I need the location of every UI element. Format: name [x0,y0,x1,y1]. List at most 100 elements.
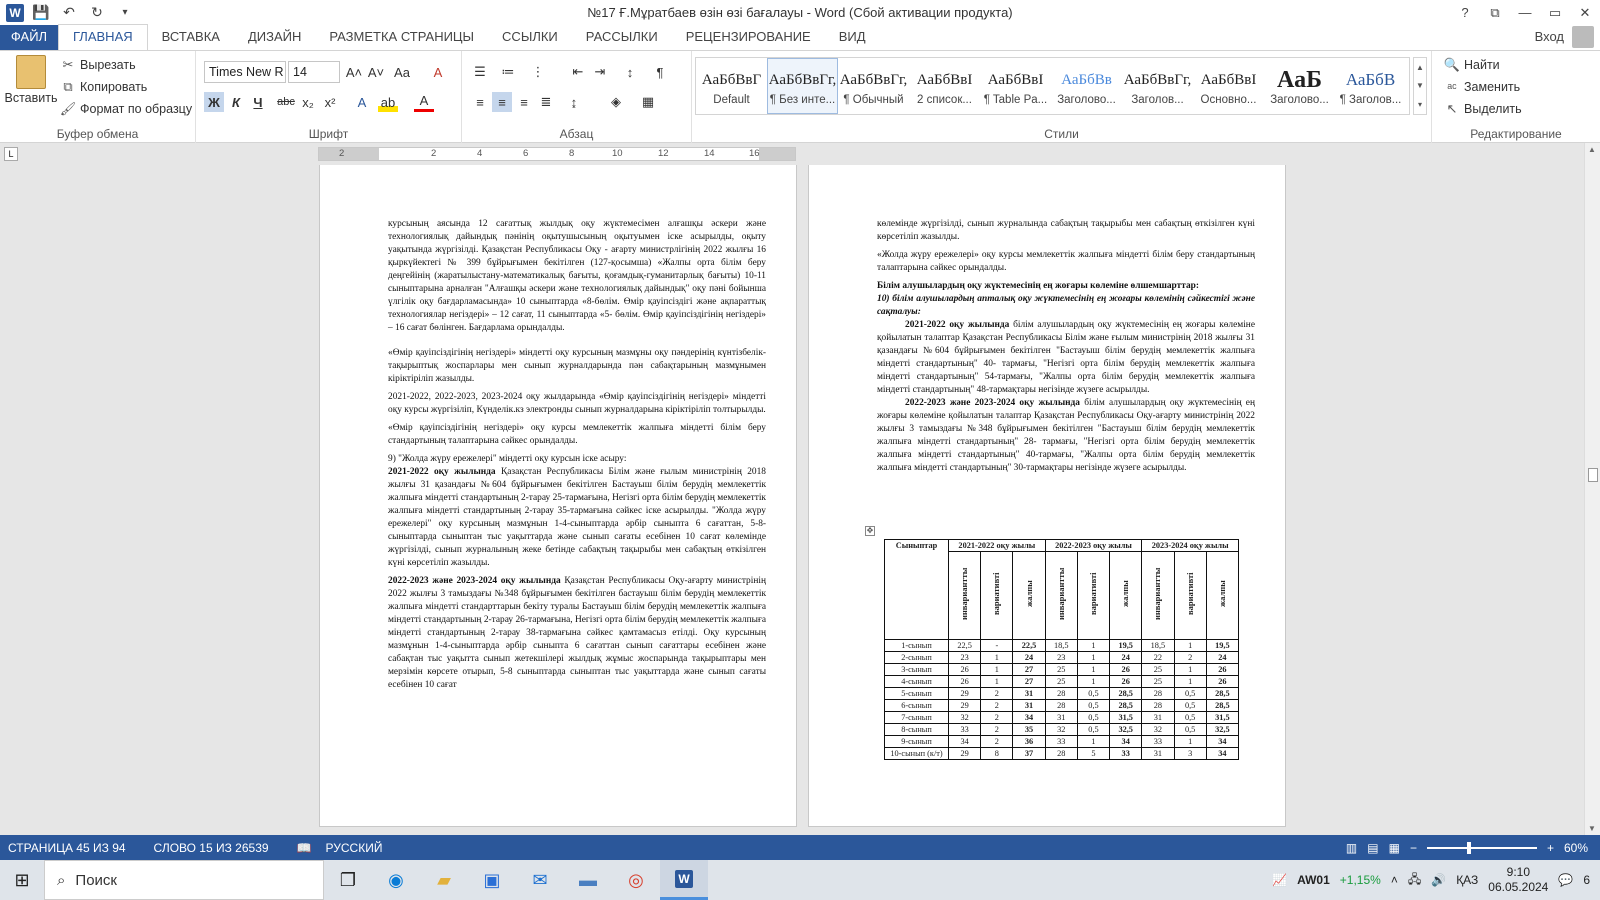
customize-qat-icon[interactable]: ▾ [114,2,136,24]
restore-button[interactable]: ▭ [1540,0,1570,25]
style-heading-large[interactable]: АаБ Заголово... [1264,58,1335,114]
app-icon[interactable]: ▬ [564,860,612,900]
align-left-icon[interactable]: ≡ [470,92,490,112]
justify-icon[interactable]: ≣ [536,92,556,112]
network-icon[interactable]: 🖧 [1408,870,1421,891]
proofing-icon[interactable]: 📖 [297,841,312,855]
file-explorer-icon[interactable]: ▰ [420,860,468,900]
copy-button[interactable]: ⧉ Копировать [60,79,147,95]
store-icon[interactable]: ▣ [468,860,516,900]
decrease-indent-icon[interactable]: ⇤ [568,62,588,82]
cut-button[interactable]: ✂ Вырезать [60,57,136,73]
redo-icon[interactable]: ↻ [86,2,108,24]
word-count[interactable]: СЛОВО 15 ИЗ 26539 [154,841,269,855]
bullets-icon[interactable]: ☰ [470,62,490,82]
save-icon[interactable]: 💾 [30,2,52,24]
strikethrough-button[interactable]: abc [276,92,296,112]
web-layout-icon[interactable]: ▦ [1389,841,1400,855]
close-button[interactable]: ✕ [1570,0,1600,25]
grow-font-button[interactable]: A˄ [344,62,364,82]
replace-button[interactable]: ᵃᶜ Заменить [1444,79,1520,95]
tab-insert[interactable]: ВСТАВКА [148,25,234,50]
tab-layout[interactable]: РАЗМЕТКА СТРАНИЦЫ [315,25,488,50]
horizontal-ruler[interactable]: 2 2 4 6 8 10 12 14 16 [318,147,796,161]
style-heading-1[interactable]: АаБбВв Заголово... [1051,58,1122,114]
help-button[interactable]: ? [1450,0,1480,25]
font-size-box[interactable]: 14 [288,61,340,83]
style-heading-3[interactable]: АаБбВ ¶ Заголов... [1335,58,1406,114]
line-spacing-icon[interactable]: ↨ [564,92,584,112]
language-indicator[interactable]: РУССКИЙ [326,841,383,855]
shrink-font-button[interactable]: A˅ [366,62,386,82]
tab-references[interactable]: ССЫЛКИ [488,25,572,50]
multilevel-list-icon[interactable]: ⋮ [528,62,548,82]
notifications-icon[interactable]: 💬 [1558,873,1573,887]
subscript-button[interactable]: x₂ [298,92,318,112]
sort-icon[interactable]: ↕ [620,62,640,82]
zoom-level[interactable]: 60% [1564,841,1588,855]
find-button[interactable]: 🔍 Найти [1444,57,1500,73]
style-normal[interactable]: АаБбВвГг, ¶ Обычный [838,58,909,114]
tab-view[interactable]: ВИД [825,25,880,50]
chrome-icon[interactable]: ◎ [612,860,660,900]
tab-review[interactable]: РЕЦЕНЗИРОВАНИЕ [672,25,825,50]
print-layout-icon[interactable]: ▤ [1367,841,1378,855]
vertical-scrollbar[interactable]: ▲ ▼ [1584,143,1600,835]
document-area[interactable]: курсының аясында 12 сағаттық жылдық оқу … [0,165,1584,835]
font-color-icon[interactable]: A [414,92,434,112]
chevron-up-icon[interactable]: ˄ [1391,873,1398,887]
windows-start-icon[interactable]: ⊞ [0,860,44,900]
page-right[interactable]: көлемінде жүргізілді, сынып журналында с… [808,165,1286,827]
task-view-icon[interactable]: ❐ [324,860,372,900]
minimize-button[interactable]: — [1510,0,1540,25]
table-move-handle-icon[interactable]: ✥ [865,526,875,536]
style-default[interactable]: АаБбВвГ Default [696,58,767,114]
style-list-2[interactable]: АаБбВвI 2 список... [909,58,980,114]
shading-icon[interactable]: ◈ [606,92,626,112]
tab-selector[interactable]: L [4,147,18,161]
highlight-icon[interactable]: ab [378,92,398,112]
align-right-icon[interactable]: ≡ [514,92,534,112]
clock[interactable]: 9:10 06.05.2024 [1488,865,1548,895]
avatar[interactable] [1572,26,1594,48]
tab-mailings[interactable]: РАССЫЛКИ [572,25,672,50]
read-mode-icon[interactable]: ▥ [1346,841,1357,855]
style-heading-2[interactable]: АаБбВвГг, Заголов... [1122,58,1193,114]
numbering-icon[interactable]: ≔ [498,62,518,82]
keyboard-language[interactable]: ҚАЗ [1456,873,1478,887]
zoom-out-button[interactable]: − [1410,841,1417,855]
styles-scroll[interactable]: ▲ ▼ ▾ [1413,57,1427,115]
stock-name[interactable]: AW01 [1297,873,1330,887]
sign-in-link[interactable]: Вход [1535,29,1564,44]
undo-icon[interactable]: ↶ [58,2,80,24]
italic-button[interactable]: К [226,92,246,112]
paste-button[interactable]: Вставить [5,55,58,105]
word-taskbar-icon[interactable]: W [660,860,708,900]
style-no-spacing[interactable]: АаБбВвГг, ¶ Без инте... [767,58,838,114]
style-body[interactable]: АаБбВвI Основно... [1193,58,1264,114]
format-painter-button[interactable]: 🖌 Формат по образцу [60,101,192,117]
underline-button[interactable]: Ч [248,92,268,112]
stock-change[interactable]: +1,15% [1340,873,1381,887]
increase-indent-icon[interactable]: ⇥ [590,62,610,82]
bold-button[interactable]: Ж [204,92,224,112]
clear-format-button[interactable]: A [428,62,448,82]
select-button[interactable]: ↖ Выделить [1444,101,1522,117]
borders-icon[interactable]: ▦ [638,92,658,112]
scroll-thumb[interactable] [1588,468,1598,482]
volume-icon[interactable]: 🔊 [1431,873,1446,887]
tab-file[interactable]: ФАЙЛ [0,25,58,50]
change-case-button[interactable]: Aa [392,62,412,82]
edge-icon[interactable]: ◉ [372,860,420,900]
tab-design[interactable]: ДИЗАЙН [234,25,315,50]
page-left[interactable]: курсының аясында 12 сағаттық жылдық оқу … [319,165,797,827]
align-center-icon[interactable]: ≡ [492,92,512,112]
ribbon-display-options-icon[interactable]: ⧉ [1480,0,1510,25]
style-table-paragraph[interactable]: АаБбВвI ¶ Table Pa... [980,58,1051,114]
taskbar-search[interactable]: ⌕ Поиск [44,860,324,900]
page-count[interactable]: СТРАНИЦА 45 ИЗ 94 [8,841,126,855]
mail-icon[interactable]: ✉ [516,860,564,900]
stock-chart-icon[interactable]: 📈 [1272,873,1287,887]
zoom-slider[interactable] [1426,841,1537,854]
font-name-box[interactable]: Times New R [204,61,286,83]
